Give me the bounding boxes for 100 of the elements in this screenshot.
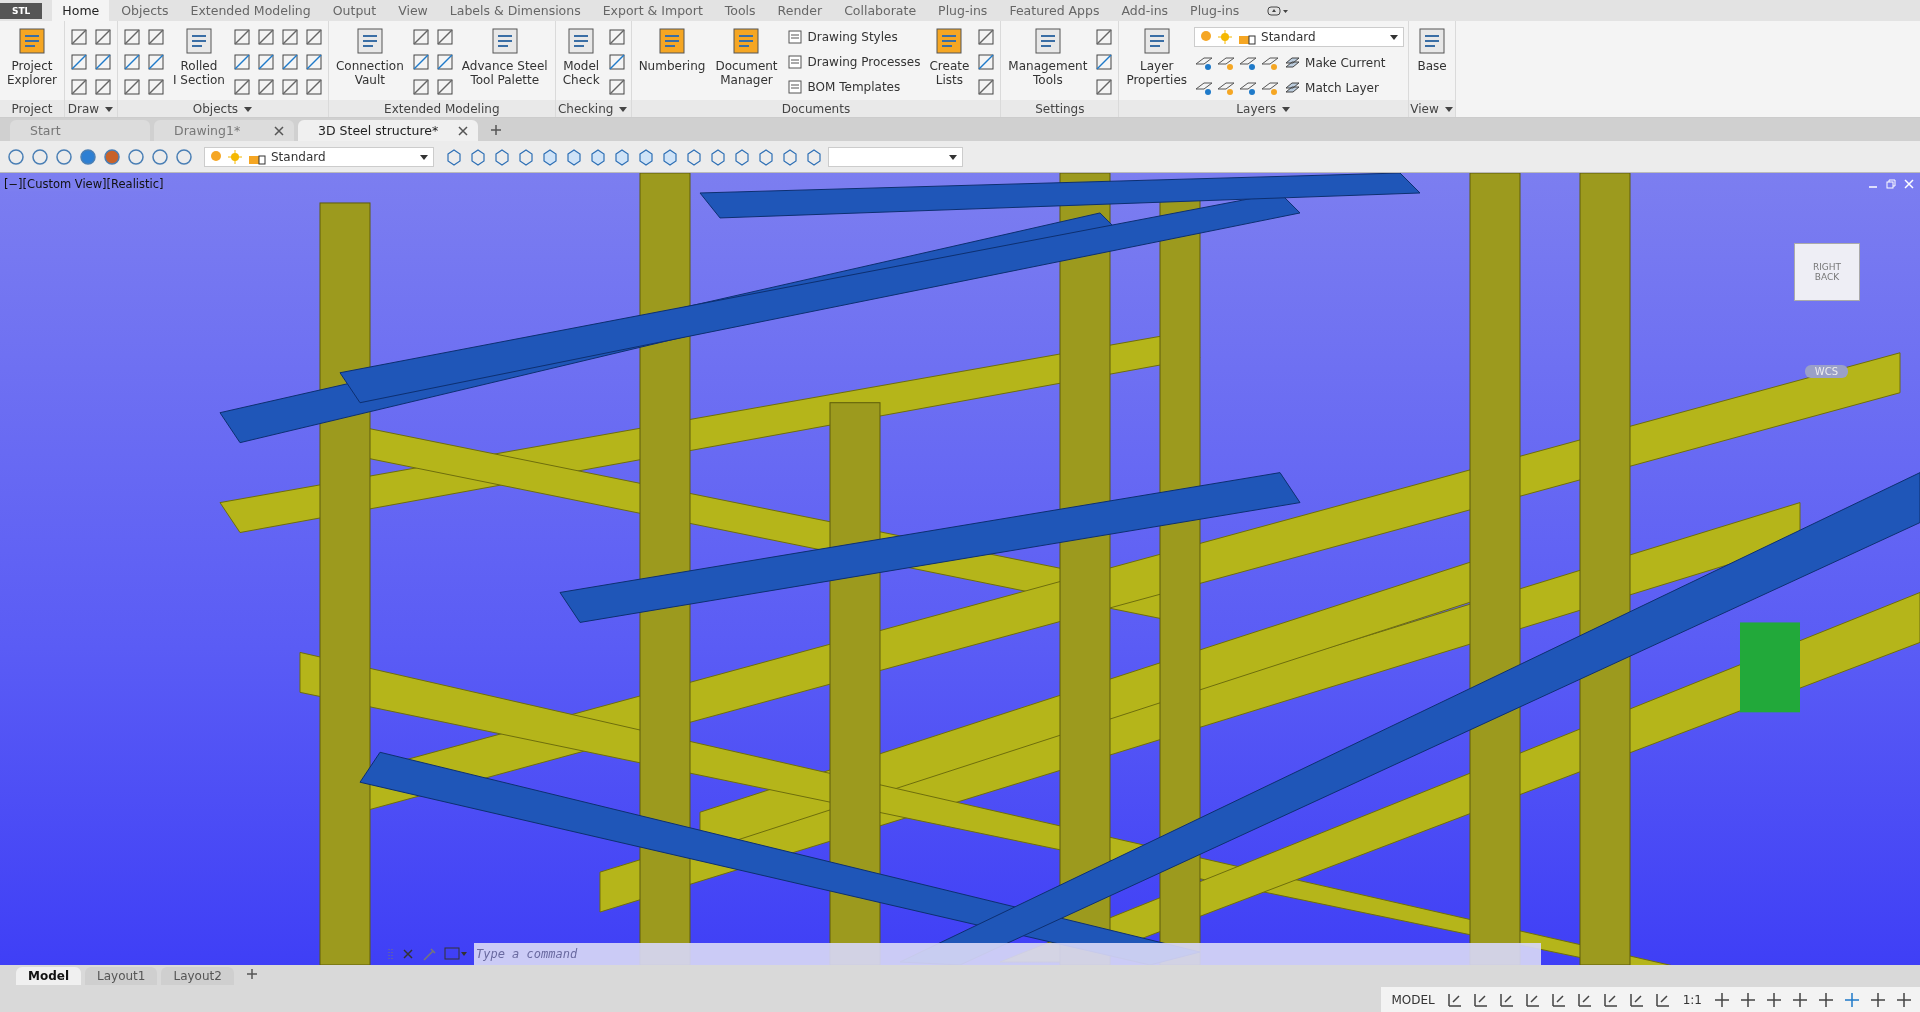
tool-icon[interactable] <box>1094 77 1115 98</box>
ribbon-button[interactable]: Drawing Processes <box>784 53 923 71</box>
ribbon-tab[interactable]: Plug-ins <box>928 0 998 21</box>
tool-icon[interactable] <box>279 52 300 72</box>
layer-tool-icon[interactable] <box>1238 54 1259 72</box>
tool-icon[interactable] <box>121 52 142 72</box>
viewport-label[interactable]: [−][Custom View][Realistic] <box>4 177 164 191</box>
model-viewport[interactable]: [−][Custom View][Realistic] RIGHT BACK WCS Type a command <box>0 173 1920 965</box>
ribbon-button[interactable]: Make Current <box>1282 54 1388 72</box>
ribbon-button[interactable]: Model Check <box>559 24 603 100</box>
tool-icon[interactable] <box>434 26 455 47</box>
caret-icon[interactable] <box>243 104 254 113</box>
ribbon-button[interactable]: Drawing Styles <box>784 27 923 46</box>
ribbon-button[interactable]: Connection Vault <box>332 24 407 100</box>
ribbon-tab[interactable]: Collaborate <box>834 0 927 21</box>
new-tab-icon[interactable] <box>490 124 503 136</box>
document-tab[interactable]: 3D Steel structure* <box>298 120 479 141</box>
ribbon-tab[interactable]: Extended Modeling <box>180 0 321 21</box>
annotation-scale-button[interactable]: 1:1 <box>1678 992 1706 1007</box>
tool-icon[interactable] <box>606 52 627 72</box>
layer-dropdown[interactable]: Standard <box>204 146 434 167</box>
toolbar-icon[interactable] <box>78 146 98 167</box>
tool-icon[interactable] <box>303 26 324 47</box>
ribbon-tab[interactable]: Home <box>52 0 110 21</box>
ribbon-button[interactable]: Document Manager <box>712 24 781 100</box>
tool-icon[interactable] <box>1094 26 1115 47</box>
tool-icon[interactable] <box>145 52 166 72</box>
ribbon-tab[interactable]: Render <box>767 0 833 21</box>
new-layout-icon[interactable] <box>245 967 258 980</box>
panel-title[interactable]: Documents <box>781 101 851 116</box>
layout-tab[interactable]: Layout1 <box>85 967 158 985</box>
layout-tab[interactable]: Layout2 <box>161 967 234 985</box>
ribbon-button[interactable]: Base <box>1413 24 1452 100</box>
ribbon-tab[interactable]: Objects <box>111 0 179 21</box>
close-icon[interactable] <box>458 125 469 136</box>
tool-icon[interactable] <box>121 26 142 47</box>
close-icon[interactable] <box>274 125 284 136</box>
panel-title[interactable]: Objects <box>192 101 239 116</box>
tool-icon[interactable] <box>434 52 455 72</box>
tool-icon[interactable] <box>606 77 627 98</box>
tool-icon[interactable] <box>68 77 89 98</box>
tool-icon[interactable] <box>92 77 113 98</box>
ribbon-button[interactable]: Create Lists <box>926 24 973 100</box>
tool-icon[interactable] <box>68 52 89 72</box>
tool-icon[interactable] <box>231 52 252 72</box>
workspace-switch-icon[interactable] <box>1267 4 1290 17</box>
model-space-button[interactable]: MODEL <box>1387 992 1439 1007</box>
ribbon-button[interactable]: BOM Templates <box>784 78 923 97</box>
tool-icon[interactable] <box>606 26 627 47</box>
ribbon-tab[interactable]: View <box>388 0 438 21</box>
ribbon-button[interactable]: Project Explorer <box>4 24 60 100</box>
caret-icon[interactable] <box>104 104 115 113</box>
tool-icon[interactable] <box>303 77 324 98</box>
layer-tool-icon[interactable] <box>1194 54 1215 72</box>
toolbar-icon[interactable] <box>174 146 194 167</box>
toolbar-icon[interactable] <box>54 146 74 167</box>
tool-icon[interactable] <box>145 26 166 47</box>
tool-icon[interactable] <box>279 26 300 47</box>
tool-icon[interactable] <box>92 26 113 47</box>
layer-dropdown[interactable]: Standard <box>1194 27 1405 48</box>
ribbon-button[interactable]: Layer Properties <box>1123 24 1191 100</box>
tool-icon[interactable] <box>410 77 431 98</box>
ribbon-button[interactable]: Management Tools <box>1005 24 1091 100</box>
tool-icon[interactable] <box>92 52 113 72</box>
toolbar-icon[interactable] <box>126 146 146 167</box>
panel-title[interactable]: Layers <box>1236 101 1277 116</box>
ribbon-tab[interactable]: Add-ins <box>1111 0 1179 21</box>
ribbon-tab[interactable]: Tools <box>714 0 766 21</box>
caret-icon[interactable] <box>1281 104 1292 113</box>
tool-icon[interactable] <box>1094 52 1115 72</box>
ribbon-button[interactable]: Match Layer <box>1282 78 1381 97</box>
layout-tab[interactable]: Model <box>16 967 82 985</box>
toolbar-icon[interactable] <box>30 146 50 167</box>
ribbon-tab[interactable]: Export & Import <box>592 0 713 21</box>
tool-icon[interactable] <box>410 52 431 72</box>
tool-icon[interactable] <box>231 26 252 47</box>
layer-tool-icon[interactable] <box>1260 54 1281 72</box>
tool-icon[interactable] <box>976 77 997 98</box>
ribbon-button[interactable]: Rolled I Section <box>169 24 228 100</box>
restore-icon[interactable] <box>1886 179 1896 189</box>
caret-icon[interactable] <box>618 104 629 113</box>
tool-icon[interactable] <box>68 26 89 47</box>
tool-icon[interactable] <box>410 26 431 47</box>
tool-icon[interactable] <box>976 52 997 72</box>
tool-icon[interactable] <box>255 77 276 98</box>
tool-icon[interactable] <box>303 52 324 72</box>
app-menu-button[interactable]: STL <box>0 2 43 19</box>
ribbon-button[interactable]: Numbering <box>635 24 709 100</box>
tool-icon[interactable] <box>231 77 252 98</box>
tool-icon[interactable] <box>976 26 997 47</box>
ribbon-tab[interactable]: Featured Apps <box>999 0 1110 21</box>
tool-icon[interactable] <box>255 26 276 47</box>
viewcube[interactable]: RIGHT BACK <box>1794 243 1860 301</box>
caret-icon[interactable] <box>1443 104 1454 113</box>
layer-tool-icon[interactable] <box>1216 54 1237 72</box>
command-input[interactable]: Type a command <box>474 943 1541 965</box>
tool-icon[interactable] <box>279 77 300 98</box>
toolbar-icon[interactable] <box>6 146 26 167</box>
tool-icon[interactable] <box>145 77 166 98</box>
ribbon-button[interactable]: Advance Steel Tool Palette <box>458 24 551 100</box>
